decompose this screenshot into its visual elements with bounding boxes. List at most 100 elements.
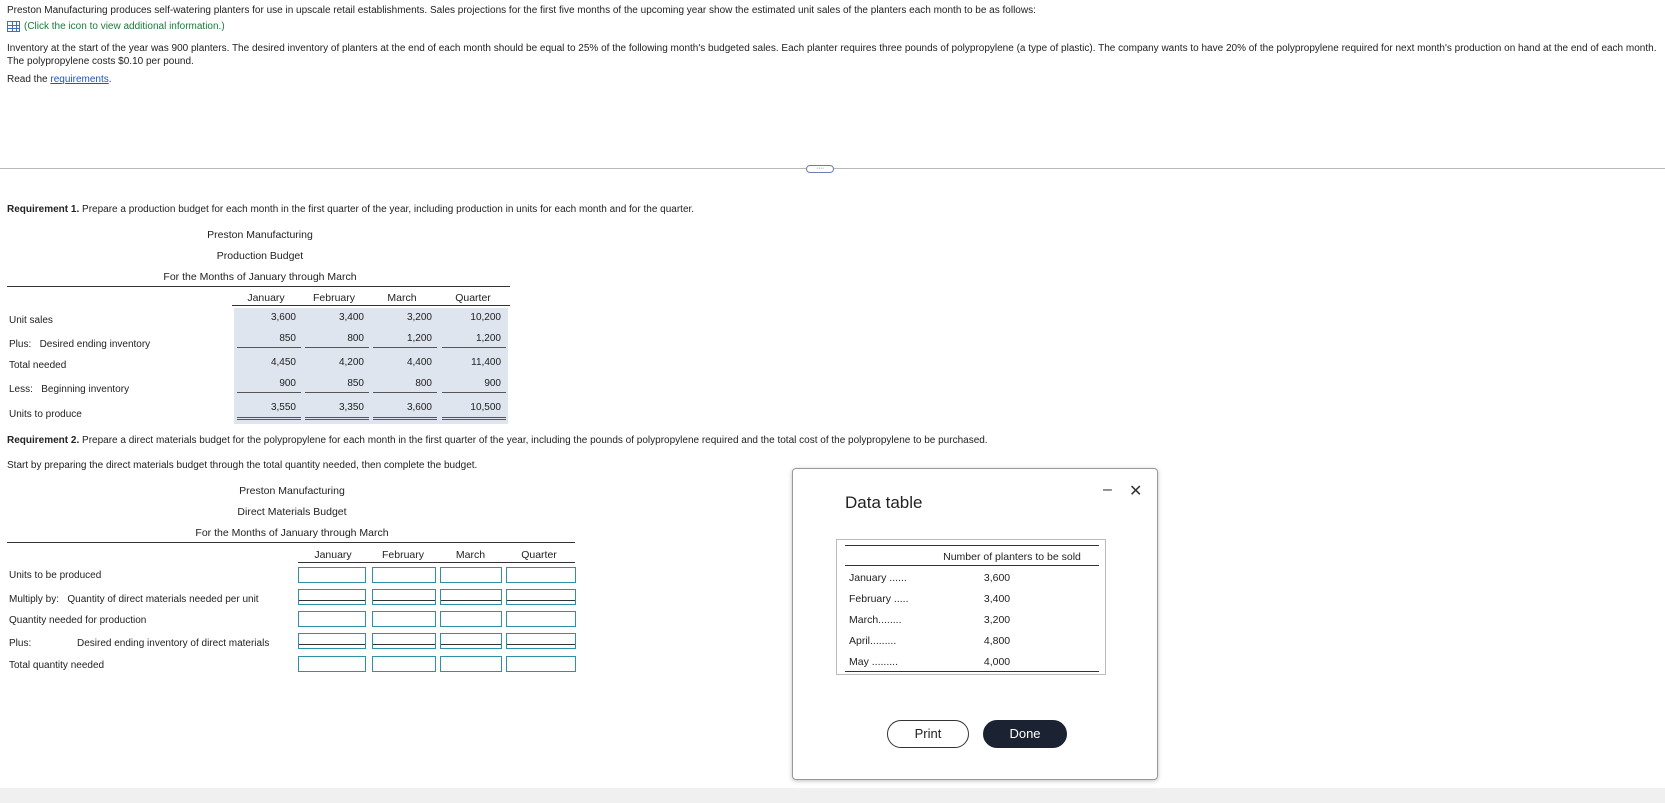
month-label: February .....	[849, 593, 909, 605]
intro-text-2: Inventory at the start of the year was 9…	[7, 43, 1657, 67]
dialog-title: Data table	[845, 493, 923, 512]
additional-info-link[interactable]: (Click the icon to view additional infor…	[7, 20, 1657, 33]
requirement-2-body: Prepare a direct materials budget for th…	[79, 435, 988, 446]
quantity-production-quarter-input[interactable]	[506, 611, 576, 627]
ending-materials-march-input[interactable]	[440, 633, 502, 649]
production-budget-title: Production Budget	[216, 250, 304, 262]
materials-per-unit-quarter-input[interactable]	[506, 589, 576, 605]
table-cell: 3,550	[237, 398, 301, 420]
done-button[interactable]: Done	[983, 720, 1067, 748]
table-cell: 1,200	[442, 329, 506, 348]
row-total-needed: Total needed	[9, 360, 67, 371]
materials-col-january: January	[314, 549, 352, 561]
quantity-production-january-input[interactable]	[298, 611, 366, 627]
requirements-link[interactable]: requirements	[50, 74, 108, 85]
units-produced-quarter-input[interactable]	[506, 567, 576, 583]
units-produced-january-input[interactable]	[298, 567, 366, 583]
materials-per-unit-february-input[interactable]	[372, 589, 436, 605]
row-units-to-be-produced: Units to be produced	[9, 570, 102, 581]
requirement-1-bold: Requirement 1.	[7, 204, 80, 215]
row-quantity-needed-production: Quantity needed for production	[9, 615, 147, 626]
materials-per-unit-march-input[interactable]	[440, 589, 502, 605]
requirement-1-body: Prepare a production budget for each mon…	[79, 204, 695, 215]
row-unit-sales: Unit sales	[9, 315, 53, 326]
production-col-march: March	[387, 292, 417, 304]
table-cell: 3,400	[338, 312, 364, 323]
production-top-rule	[7, 286, 510, 287]
materials-header-rule	[298, 562, 575, 563]
row-total-quantity-needed: Total quantity needed	[9, 660, 105, 671]
production-col-february: February	[312, 292, 355, 304]
quantity-production-february-input[interactable]	[372, 611, 436, 627]
row-desired-ending-materials: Desired ending inventory of direct mater…	[77, 638, 270, 649]
table-icon[interactable]	[7, 21, 20, 32]
table-cell: 10,500	[442, 398, 506, 420]
table-cell: 3,600	[373, 398, 437, 420]
month-label: April.........	[849, 635, 897, 647]
expand-more-button[interactable]: ····	[806, 165, 834, 173]
table-cell: 900	[237, 374, 301, 393]
table-cell: 800	[373, 374, 437, 393]
quantity-production-march-input[interactable]	[440, 611, 502, 627]
materials-budget-title: Direct Materials Budget	[237, 506, 347, 518]
print-button[interactable]: Print	[887, 720, 969, 748]
materials-col-quarter: Quarter	[521, 549, 557, 561]
units-produced-february-input[interactable]	[372, 567, 436, 583]
ending-materials-january-input[interactable]	[298, 633, 366, 649]
month-label: May .........	[849, 656, 899, 668]
table-cell: 3,600	[270, 312, 296, 323]
planters-value: 4,800	[983, 635, 1011, 647]
requirement-2-bold: Requirement 2.	[7, 435, 80, 446]
ending-materials-february-input[interactable]	[372, 633, 436, 649]
total-quantity-march-input[interactable]	[440, 656, 502, 672]
data-table-column-header: Number of planters to be sold	[943, 551, 1081, 563]
table-cell: 850	[305, 374, 369, 393]
requirement-1-text: Requirement 1. Prepare a production budg…	[7, 204, 694, 215]
row-plus-prefix: Plus:	[9, 638, 32, 649]
materials-company-name: Preston Manufacturing	[239, 485, 345, 497]
additional-info-label[interactable]: (Click the icon to view additional infor…	[24, 20, 225, 33]
production-col-january: January	[247, 292, 285, 304]
read-requirements: Read the requirements.	[7, 73, 1657, 86]
month-label: March........	[849, 614, 902, 626]
table-cell: 900	[442, 374, 506, 393]
read-suffix: .	[108, 74, 112, 85]
materials-col-march: March	[455, 549, 486, 561]
data-table-row: May .........	[849, 656, 937, 668]
materials-col-february: February	[381, 549, 424, 561]
data-table-top-rule	[845, 545, 1099, 546]
table-cell: 11,400	[471, 357, 501, 368]
read-prefix: Read the	[7, 74, 51, 85]
data-table-row: March........	[849, 614, 937, 626]
intro-text-1: Preston Manufacturing produces self-wate…	[7, 5, 1036, 16]
row-desired-ending-inventory: Plus: Desired ending inventory	[9, 339, 151, 350]
data-table-row: January ......	[849, 572, 937, 584]
units-produced-march-input[interactable]	[440, 567, 502, 583]
materials-top-rule	[7, 542, 575, 543]
total-quantity-february-input[interactable]	[372, 656, 436, 672]
planters-value: 3,400	[983, 593, 1011, 605]
problem-intro: Preston Manufacturing produces self-wate…	[7, 4, 1657, 89]
month-label: January ......	[849, 572, 907, 584]
total-quantity-january-input[interactable]	[298, 656, 366, 672]
row-beginning-inventory: Less: Beginning inventory	[9, 384, 130, 395]
data-table-bottom-rule	[845, 671, 1099, 672]
row-units-to-produce: Units to produce	[9, 409, 82, 420]
minimize-icon[interactable]: –	[1103, 481, 1112, 499]
table-cell: 850	[237, 329, 301, 348]
table-cell: 800	[305, 329, 369, 348]
table-cell: 3,350	[305, 398, 369, 420]
table-cell: 3,200	[406, 312, 432, 323]
requirement-2-text: Requirement 2. Prepare a direct material…	[7, 435, 988, 446]
production-header-rule	[232, 305, 510, 306]
ending-materials-quarter-input[interactable]	[506, 633, 576, 649]
data-table: Number of planters to be sold January ..…	[836, 539, 1106, 675]
close-icon[interactable]: ✕	[1129, 481, 1142, 501]
planters-value: 3,200	[983, 614, 1011, 626]
materials-per-unit-january-input[interactable]	[298, 589, 366, 605]
data-table-header-rule	[845, 565, 1099, 566]
total-quantity-quarter-input[interactable]	[506, 656, 576, 672]
bottom-bar	[0, 788, 1665, 803]
production-col-quarter: Quarter	[455, 292, 491, 304]
table-cell: 4,200	[338, 357, 364, 368]
